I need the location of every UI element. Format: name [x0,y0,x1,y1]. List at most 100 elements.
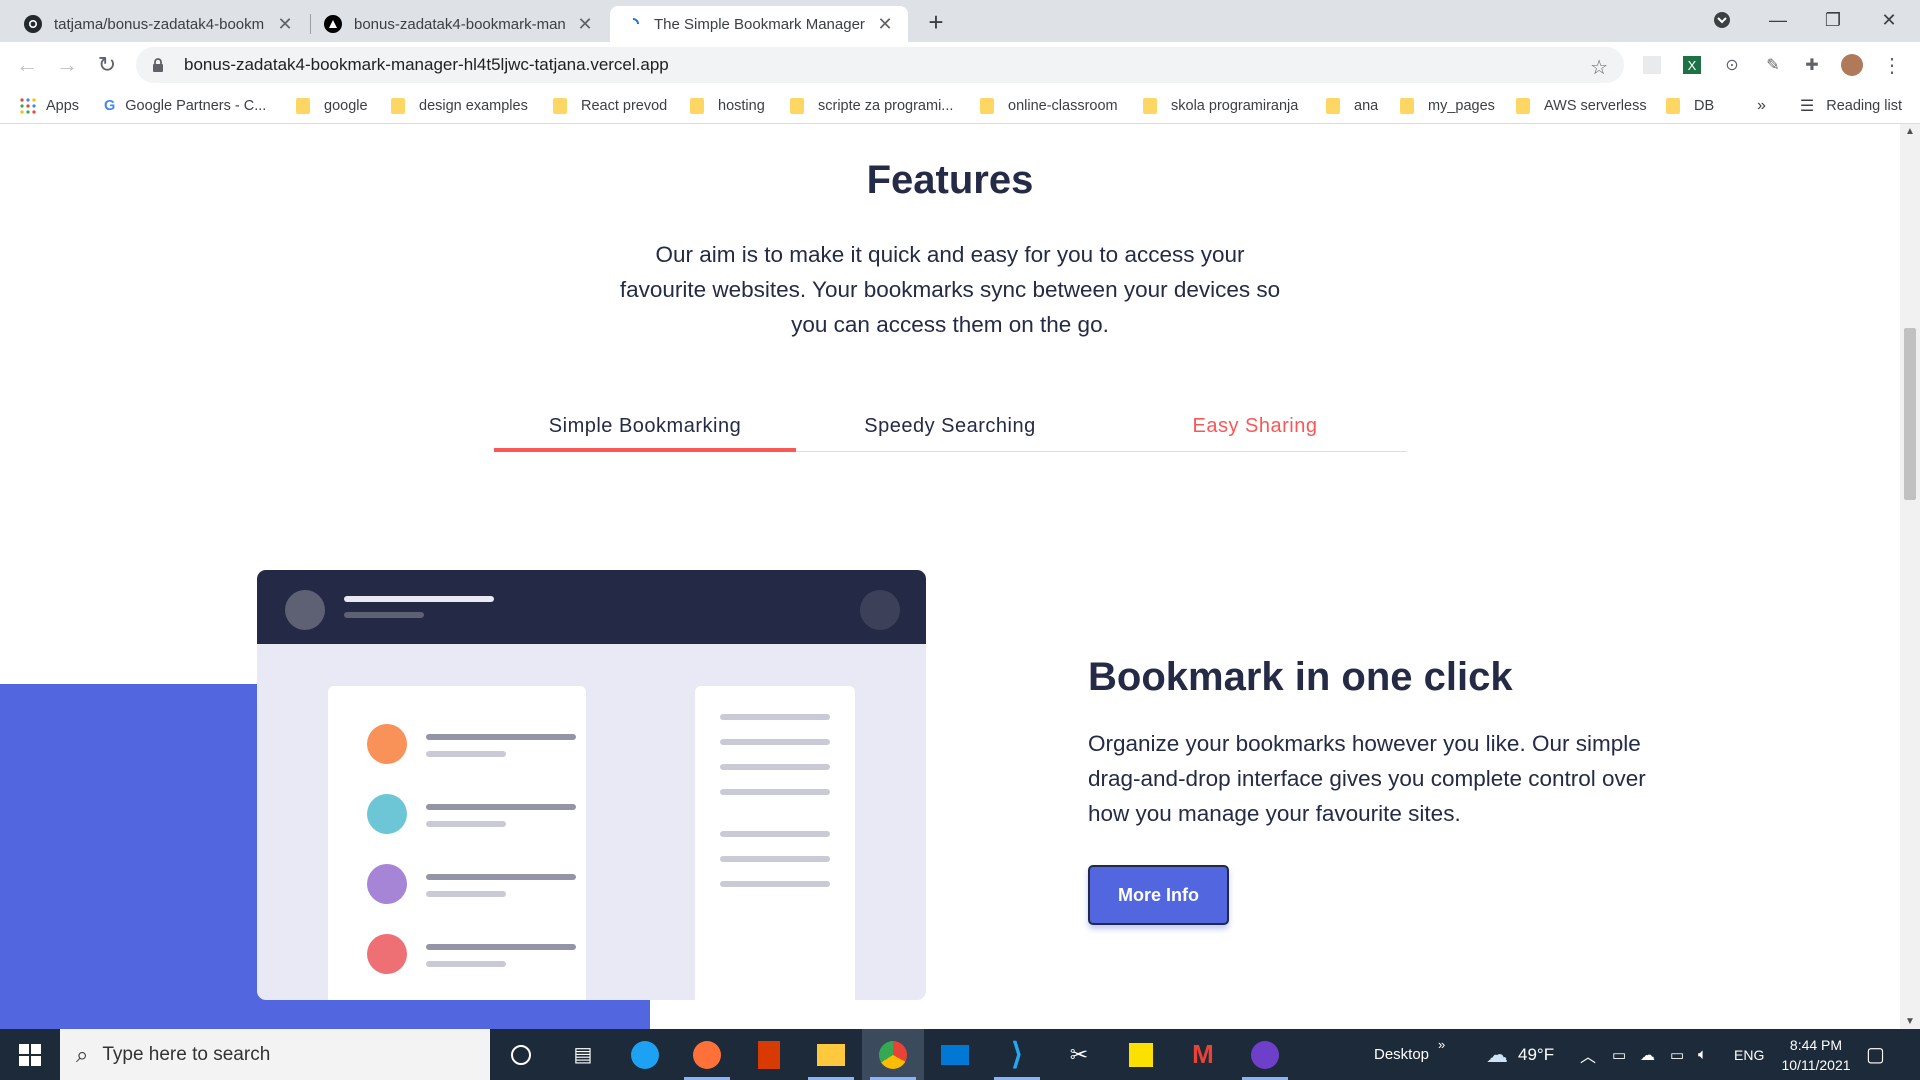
section-title: Bookmark in one click [1088,655,1513,699]
bookmark-label: AWS serverless [1544,98,1647,114]
desktop-toolbar[interactable]: Desktop [1374,1029,1429,1080]
bookmark-label: hosting [718,98,765,114]
tab-title: tatjama/bonus-zadatak4-bookm [54,15,265,33]
folder-icon [391,98,405,114]
extension-icon[interactable] [1641,54,1663,76]
bookmark-folder[interactable]: design examples [391,96,528,116]
language-indicator[interactable]: ENG [1734,1029,1764,1080]
bookmark-apps[interactable]: Apps [20,96,79,116]
reload-icon[interactable]: ↻ [92,50,122,80]
bookmark-folder[interactable]: online-classroom [980,96,1118,116]
office-icon[interactable] [738,1029,800,1080]
folder-icon [980,98,994,114]
tab-search-icon[interactable] [1699,0,1745,40]
close-icon[interactable]: ✕ [576,14,594,35]
clock[interactable]: 8:44 PM 10/11/2021 [1768,1029,1864,1080]
bookmarks-overflow[interactable]: » [1757,96,1766,116]
address-bar[interactable]: bonus-zadatak4-bookmark-manager-hl4t5ljw… [136,47,1624,83]
back-icon[interactable]: ← [12,50,42,80]
browser-toolbar: ← → ↻ bonus-zadatak4-bookmark-manager-hl… [0,42,1920,88]
chevron-up-icon[interactable]: ︿ [1580,1029,1596,1080]
tab-title: bonus-zadatak4-bookmark-man [354,15,566,33]
notifications-icon[interactable]: ▢ [1866,1029,1885,1080]
folder-icon [1400,98,1414,114]
windows-start-icon[interactable] [0,1029,60,1080]
bookmark-folder[interactable]: ana [1326,96,1378,116]
meet-icon[interactable]: ▭ [1612,1029,1626,1080]
bookmark-folder[interactable]: my_pages [1400,96,1495,116]
time: 8:44 PM [1789,1036,1843,1053]
close-icon[interactable]: ✕ [276,14,294,35]
url-text: bonus-zadatak4-bookmark-manager-hl4t5ljw… [184,55,669,74]
browser-tab-github[interactable]: tatjama/bonus-zadatak4-bookm ✕ [10,6,308,42]
weather-widget[interactable]: ☁ 49°F [1486,1029,1554,1080]
bookmark-label: Apps [46,98,80,114]
folder-icon [1326,98,1340,114]
code-extension-icon[interactable]: ⊙ [1721,54,1743,76]
forward-icon[interactable]: → [52,50,82,80]
folder-icon [690,98,704,114]
reading-list-button[interactable]: ☰ Reading list [1800,96,1902,116]
scroll-thumb[interactable] [1904,328,1916,500]
avatar[interactable] [1841,54,1863,76]
bookmark-label: skola programiranja [1171,98,1299,114]
github-desktop-icon[interactable] [1234,1029,1296,1080]
scroll-down-icon[interactable]: ▼ [1905,1016,1915,1027]
bookmark-label: online-classroom [1008,98,1118,114]
lock-icon [153,58,163,72]
bookmark-label: DB [1694,98,1715,114]
browser-tab-active[interactable]: The Simple Bookmark Manager ✕ [610,6,908,42]
bookmarks-bar: Apps G Google Partners - C... google des… [0,88,1920,124]
snipping-tool-icon[interactable]: ✂ [1048,1029,1110,1080]
puzzle-icon[interactable]: ✚ [1801,54,1823,76]
bookmark-google-partners[interactable]: G Google Partners - C... [104,96,266,116]
scroll-up-icon[interactable]: ▲ [1905,126,1915,137]
bookmark-folder[interactable]: hosting [690,96,765,116]
taskbar-search[interactable]: ⌕ Type here to search [60,1029,490,1080]
bookmark-folder[interactable]: skola programiranja [1143,96,1298,116]
onedrive-icon[interactable]: ☁ [1640,1029,1655,1080]
browser-tab-vercel[interactable]: bonus-zadatak4-bookmark-man ✕ [310,6,608,42]
close-window-icon[interactable]: ✕ [1866,0,1912,40]
close-icon[interactable]: ✕ [876,14,894,35]
mail-icon[interactable] [924,1029,986,1080]
bookmark-folder[interactable]: scripte za programi... [790,96,953,116]
more-info-button[interactable]: More Info [1088,865,1229,925]
chrome-icon[interactable] [862,1029,924,1080]
task-view-icon[interactable]: ▤ [552,1029,614,1080]
vscode-icon[interactable]: ⟩ [986,1029,1048,1080]
illustration-card-text [695,686,855,1000]
bookmark-folder[interactable]: DB [1666,96,1714,116]
bookmark-label: scripte za programi... [818,98,954,114]
chevron-right-icon[interactable]: » [1438,1019,1445,1070]
firefox-icon[interactable] [676,1029,738,1080]
volume-icon[interactable]: 🔈︎ [1698,1029,1707,1080]
star-icon[interactable]: ☆ [1590,55,1608,80]
features-title: Features [866,158,1034,202]
tab-easy-sharing[interactable]: Easy Sharing [1104,415,1406,438]
bookmark-label: ana [1354,98,1379,114]
cortana-icon[interactable] [490,1029,552,1080]
tab-simple-bookmarking[interactable]: Simple Bookmarking [494,415,796,438]
sticky-notes-icon[interactable] [1110,1029,1172,1080]
bookmark-folder[interactable]: React prevod [553,96,667,116]
new-tab-button[interactable]: + [922,7,950,37]
minimize-icon[interactable]: — [1755,0,1801,40]
tab-speedy-searching[interactable]: Speedy Searching [799,415,1101,438]
date: 10/11/2021 [1781,1056,1851,1073]
bookmark-label: google [324,98,368,114]
excel-extension-icon[interactable]: X [1681,54,1703,76]
battery-icon[interactable]: ▭ [1670,1029,1684,1080]
menu-icon[interactable]: ⋮ [1881,54,1903,77]
edge-icon[interactable] [614,1029,676,1080]
folder-icon [1143,98,1157,114]
eyedropper-extension-icon[interactable]: ✎ [1762,54,1784,76]
bookmark-folder[interactable]: AWS serverless [1516,96,1647,116]
gmail-icon[interactable]: M [1172,1029,1234,1080]
page-scrollbar[interactable]: ▲ ▼ [1900,124,1920,1029]
maximize-icon[interactable]: ❐ [1810,0,1856,40]
bookmark-label: Google Partners - C... [125,98,267,114]
file-explorer-icon[interactable] [800,1029,862,1080]
page-viewport: Features Our aim is to make it quick and… [0,124,1900,1029]
bookmark-folder[interactable]: google [296,96,368,116]
